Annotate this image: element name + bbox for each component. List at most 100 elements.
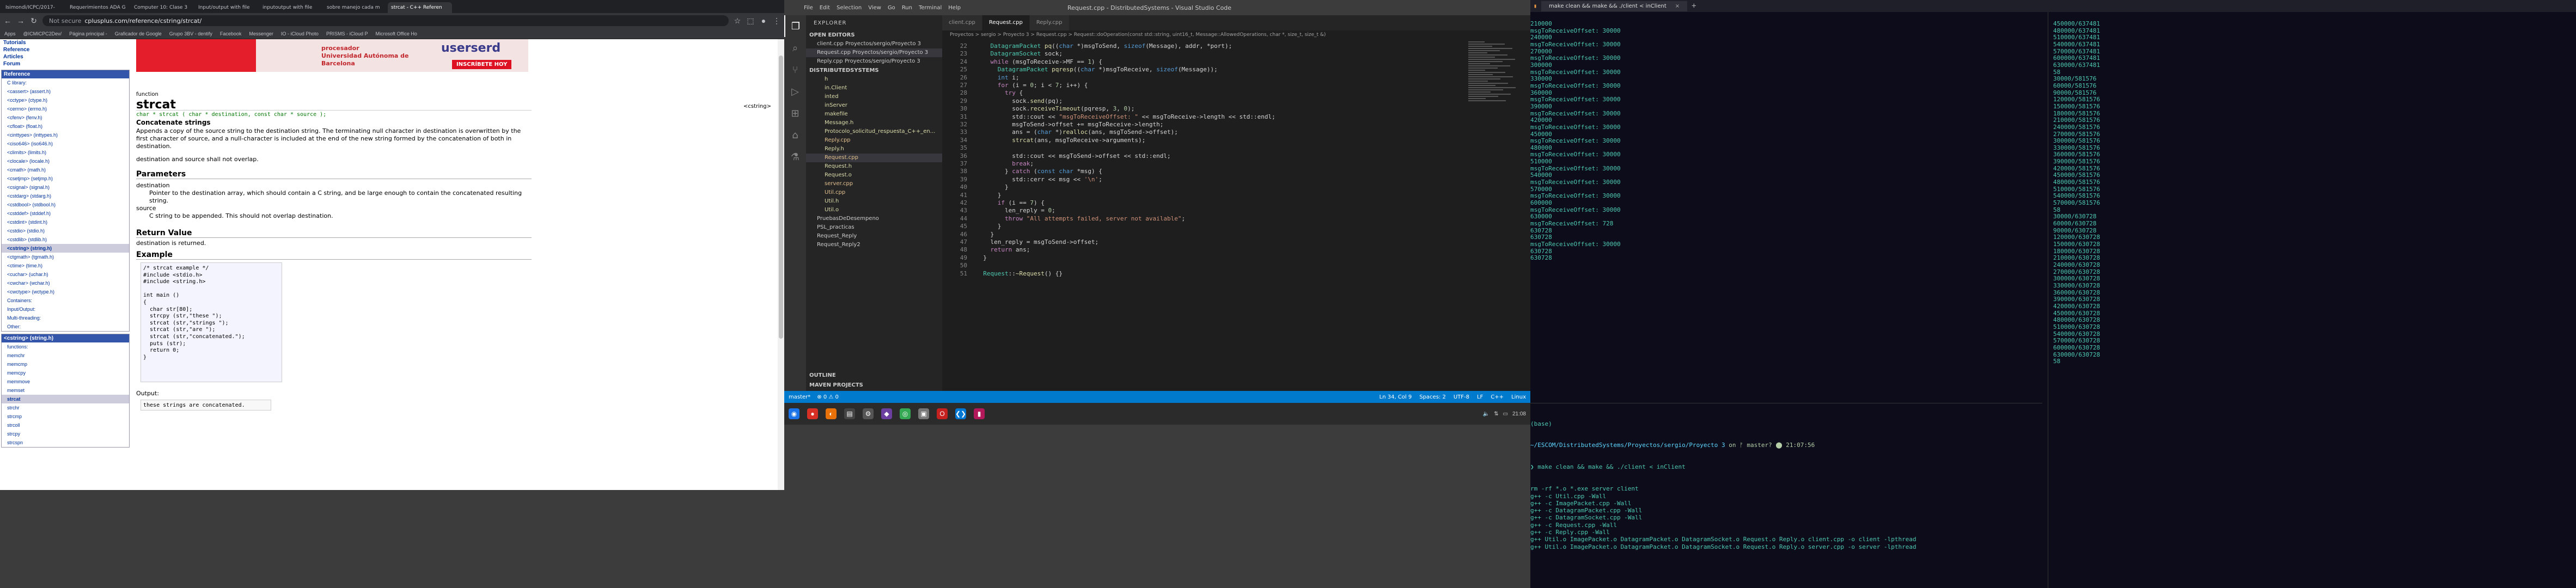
menu-item[interactable]: File (804, 5, 813, 11)
app-icon-red[interactable]: ● (807, 408, 818, 419)
cstring-item[interactable]: strcat (2, 395, 129, 403)
reference-item[interactable]: Other: (2, 322, 129, 331)
browser-tab[interactable]: sobre manejo cada m (323, 2, 388, 13)
editor-tab[interactable]: client.cpp (942, 15, 982, 30)
reference-item[interactable]: <ctgmath> (tgmath.h) (2, 253, 129, 261)
file-item[interactable]: inServer (806, 101, 942, 110)
cstring-item[interactable]: memchr (2, 351, 129, 360)
folder-item[interactable]: PruebasDeDesempeno (806, 215, 942, 223)
reference-item[interactable]: Input/Output: (2, 305, 129, 314)
reference-item[interactable]: <cwctype> (wctype.h) (2, 287, 129, 296)
code-line[interactable]: while (msgToReceive->MF == 1) { (976, 58, 1102, 66)
chrome-icon[interactable]: ◎ (900, 408, 911, 419)
battery-icon[interactable]: ▭ (1503, 411, 1508, 417)
file-item[interactable]: Reply.h (806, 145, 942, 154)
code-line[interactable]: std::cerr << msg << '\n'; (976, 176, 1102, 183)
file-item[interactable]: Message.h (806, 119, 942, 127)
reference-item[interactable]: <cstddef> (stddef.h) (2, 209, 129, 218)
cstring-item[interactable]: strcmp (2, 412, 129, 421)
bookmark-item[interactable]: Grupo 3BV - dentify (169, 31, 212, 36)
extensions-icon[interactable]: ⬚ (746, 16, 755, 26)
browser-tab[interactable]: Input/output with file (195, 2, 259, 13)
reference-item[interactable]: <cfloat> (float.h) (2, 122, 129, 131)
reference-item[interactable]: <cstdarg> (stdarg.h) (2, 192, 129, 200)
open-editor-item[interactable]: client.cpp Proyectos/sergio/Proyecto 3 (806, 40, 942, 48)
open-editor-item[interactable]: Reply.cpp Proyectos/sergio/Proyecto 3 (806, 57, 942, 66)
code-line[interactable]: break; (976, 160, 1034, 168)
nav-link[interactable]: Reference (0, 46, 131, 53)
code-line[interactable]: std::cout << msgToSend->offset << std::e… (976, 152, 1170, 160)
address-bar[interactable]: Not secure cplusplus.com/reference/cstrin… (42, 15, 729, 26)
code-editor[interactable]: 22 DatagramPacket pq((char *)msgToSend, … (942, 40, 1465, 391)
status-item[interactable]: Spaces: 2 (1419, 394, 1446, 400)
settings-app-icon[interactable]: ⚙ (863, 408, 874, 419)
reference-item[interactable]: <cstdlib> (stdlib.h) (2, 235, 129, 244)
bookmark-item[interactable]: Microsoft Office Ho (375, 31, 417, 36)
reference-item[interactable]: <cfenv> (fenv.h) (2, 113, 129, 122)
cstring-item[interactable]: functions: (2, 342, 129, 351)
status-item[interactable]: ⊗ 0 ⚠ 0 (817, 394, 839, 400)
file-item[interactable]: in.Client (806, 84, 942, 93)
menu-item[interactable]: Go (888, 5, 895, 11)
bookmark-item[interactable]: IO - iCloud Photo (281, 31, 319, 36)
reference-item[interactable]: <cstdio> (stdio.h) (2, 226, 129, 235)
cstring-item[interactable]: memmove (2, 377, 129, 386)
reload-icon[interactable]: ↻ (29, 16, 38, 26)
editor-tab[interactable]: Reply.cpp (1029, 15, 1070, 30)
file-item[interactable]: inted (806, 93, 942, 101)
reference-item[interactable]: <climits> (limits.h) (2, 148, 129, 157)
back-icon[interactable]: ← (3, 16, 12, 25)
reference-item[interactable]: Multi-threading: (2, 314, 129, 322)
file-item[interactable]: Request.h (806, 162, 942, 171)
star-icon[interactable]: ☆ (733, 16, 742, 26)
scrollbar-thumb[interactable] (779, 56, 783, 339)
reference-item[interactable]: <ctime> (time.h) (2, 261, 129, 270)
status-item[interactable]: LF (1477, 394, 1483, 400)
nav-link[interactable]: Tutorials (0, 39, 131, 46)
bookmark-item[interactable]: Graficador de Google (115, 31, 162, 36)
status-item[interactable]: UTF-8 (1454, 394, 1469, 400)
reference-item[interactable]: <cerrno> (errno.h) (2, 105, 129, 113)
code-line[interactable]: DatagramPacket pq((char *)msgToSend, siz… (976, 42, 1232, 50)
code-line[interactable]: ans = (char *)realloc(ans, msgToSend->of… (976, 128, 1178, 136)
app-icon-gray[interactable]: ▣ (918, 408, 929, 419)
nav-link[interactable]: Forum (0, 60, 131, 68)
header-link[interactable]: <cstring> (743, 103, 771, 109)
file-item[interactable]: Request.o (806, 171, 942, 180)
reference-item[interactable]: <csignal> (signal.h) (2, 183, 129, 192)
file-item[interactable]: Util.h (806, 197, 942, 206)
outline-header[interactable]: OUTLINE (806, 371, 942, 380)
code-line[interactable]: } (976, 231, 994, 238)
extensions-icon[interactable]: ⊞ (784, 102, 806, 124)
folder-item[interactable]: Request_Reply2 (806, 241, 942, 249)
files-app-icon[interactable]: ▤ (844, 408, 855, 419)
browser-tab[interactable]: Computer 10: Clase 3 (131, 2, 195, 13)
file-item[interactable]: makefile (806, 110, 942, 119)
reference-item[interactable]: <cinttypes> (inttypes.h) (2, 131, 129, 139)
file-item[interactable]: Util.o (806, 206, 942, 215)
clock[interactable]: 21:08 (1512, 411, 1526, 417)
menu-icon[interactable]: ⋮ (772, 16, 781, 26)
bookmark-item[interactable]: Facebook (220, 31, 242, 36)
terminal-pane-bottom[interactable]: (base) ~/ESCOM/DistributedSystems/Proyec… (1530, 406, 2042, 565)
terminal-app-icon[interactable]: ▮ (974, 408, 985, 419)
source-control-icon[interactable]: ⑂ (784, 59, 806, 81)
terminal-tab[interactable]: make clean && make && ./client < inClien… (1541, 1, 1688, 11)
file-item[interactable]: h (806, 75, 942, 84)
file-item[interactable]: Util.cpp (806, 188, 942, 197)
file-item[interactable]: server.cpp (806, 180, 942, 188)
network-icon[interactable]: ⇅ (1494, 411, 1498, 417)
status-item[interactable]: Ln 34, Col 9 (1379, 394, 1412, 400)
reference-item[interactable]: <cmath> (math.h) (2, 166, 129, 174)
code-line[interactable]: DatagramSocket sock; (976, 50, 1063, 58)
menu-item[interactable]: Terminal (919, 5, 942, 11)
folder-item[interactable]: PSL_practicas (806, 223, 942, 232)
reference-item[interactable]: <clocale> (locale.h) (2, 157, 129, 166)
code-line[interactable]: int i; (976, 74, 1020, 82)
breadcrumb[interactable]: Proyectos > sergio > Proyecto 3 > Reques… (942, 30, 1530, 40)
bookmark-item[interactable]: Página principal - (69, 31, 107, 36)
code-line[interactable]: std::cout << "msgToReceiveOffset: " << m… (976, 113, 1275, 121)
minimap[interactable] (1468, 40, 1523, 106)
reference-item[interactable]: <cassert> (assert.h) (2, 87, 129, 96)
code-line[interactable]: sock.send(pq); (976, 97, 1063, 105)
